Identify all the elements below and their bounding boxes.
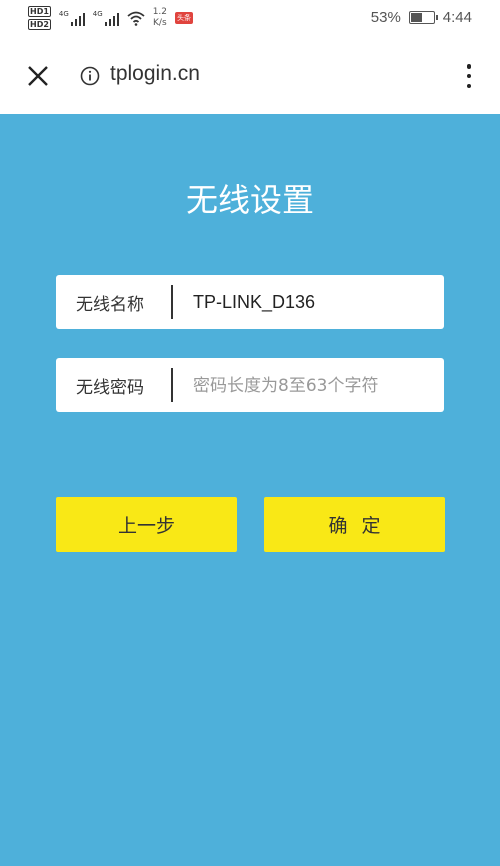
- network-speed: 1.2 K/s: [153, 7, 167, 29]
- field-divider: [171, 368, 173, 402]
- more-vertical-icon[interactable]: [462, 64, 476, 88]
- signal-icon: 4G: [59, 10, 85, 26]
- previous-button[interactable]: 上一步: [56, 497, 237, 552]
- hd-indicators: HD1 HD2: [28, 6, 51, 30]
- url-text[interactable]: tplogin.cn: [110, 62, 200, 86]
- wireless-password-input[interactable]: [183, 358, 433, 412]
- speed-value: 1.2: [152, 7, 168, 17]
- network-type-label: 4G: [58, 10, 69, 18]
- status-icons-right: 53% 4:44: [371, 9, 472, 26]
- clock: 4:44: [442, 9, 472, 26]
- wireless-password-field[interactable]: 无线密码: [56, 358, 444, 412]
- wireless-name-label: 无线名称: [76, 295, 144, 315]
- wireless-name-input[interactable]: [183, 275, 433, 329]
- speed-unit: K/s: [153, 18, 167, 28]
- app-badge: 头条: [175, 12, 194, 24]
- wireless-password-label: 无线密码: [76, 378, 144, 398]
- battery-icon: [408, 11, 438, 24]
- wifi-icon: [127, 11, 145, 26]
- status-bar: HD1 HD2 4G 4G 1.2 K/s 头条 53% 4:44: [0, 0, 500, 38]
- status-icons-left: HD1 HD2 4G 4G 1.2 K/s 头条: [28, 6, 194, 30]
- close-icon[interactable]: [26, 64, 50, 88]
- battery-percent: 53%: [370, 9, 401, 26]
- info-icon[interactable]: [80, 66, 100, 86]
- signal-icon: 4G: [93, 10, 119, 26]
- network-type-label: 4G: [92, 10, 103, 18]
- hd-icon: HD1: [28, 6, 51, 17]
- field-divider: [171, 285, 173, 319]
- confirm-button[interactable]: 确定: [264, 497, 445, 552]
- browser-toolbar: tplogin.cn: [0, 38, 500, 114]
- hd-icon: HD2: [28, 19, 51, 30]
- battery-fill: [410, 13, 422, 22]
- page-title: 无线设置: [185, 181, 314, 219]
- wireless-name-field[interactable]: 无线名称: [56, 275, 444, 329]
